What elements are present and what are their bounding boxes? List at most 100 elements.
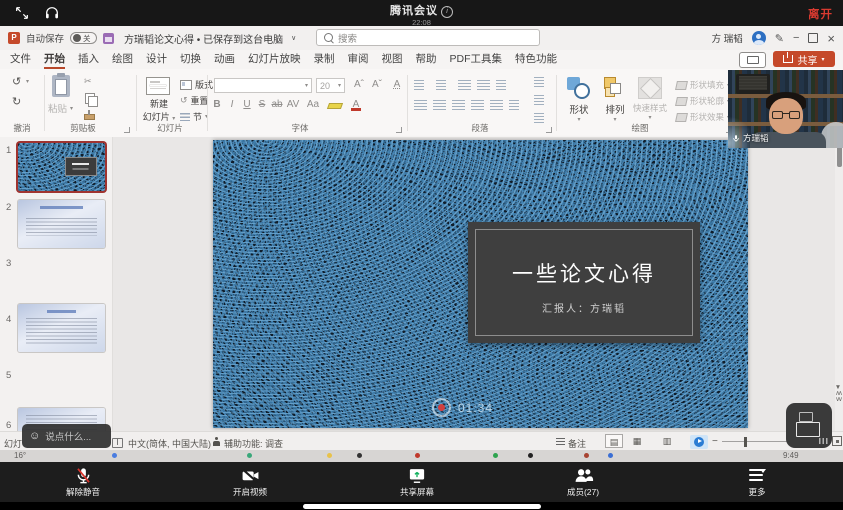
align-center-button[interactable] [433,100,446,110]
character-spacing-button[interactable]: AV [286,99,300,110]
zoom-slider[interactable] [722,441,792,442]
copy-button[interactable] [85,93,95,104]
arrange-label[interactable]: 排列 ▾ [600,102,630,123]
next-slide-button[interactable]: ∨∨ [833,397,843,403]
font-name-combo[interactable]: ▾ [214,78,312,93]
tab-insert[interactable]: 插入 [78,51,99,68]
floating-window-widget[interactable] [786,403,832,448]
slide-thumbnail-3[interactable] [18,304,105,352]
slide-thumbnail-2[interactable] [18,200,105,248]
justify-button[interactable] [471,100,484,110]
underline-button[interactable]: U [240,99,254,110]
cut-button[interactable]: ✂ [84,76,92,87]
tab-design[interactable]: 设计 [146,51,167,68]
shape-outline-button[interactable]: 形状轮廓 ▾ [676,95,730,107]
zoom-out-button[interactable]: − [712,436,718,447]
reset-button[interactable]: ↺ 重置 [180,94,209,107]
bold-button[interactable]: B [210,99,224,110]
font-dialog-launcher[interactable] [396,127,402,133]
accessibility-status[interactable]: 辅助功能: 调查 [224,437,283,450]
text-highlight-button[interactable] [328,103,342,109]
home-indicator[interactable] [303,504,541,509]
change-case-button[interactable]: Aa [306,99,320,110]
minimize-button[interactable]: − [793,32,799,44]
tab-special-features[interactable]: 特色功能 [515,51,557,68]
more-button[interactable]: 更多 [712,465,802,498]
shape-effects-button[interactable]: 形状效果 ▾ [676,111,730,123]
tab-view[interactable]: 视图 [382,51,403,68]
quick-styles-button[interactable] [638,77,662,99]
increase-indent-button[interactable] [477,80,490,90]
tab-file[interactable]: 文件 [10,51,31,68]
shapes-label[interactable]: 形状 ▾ [564,102,594,123]
font-size-combo[interactable]: 20 ▾ [316,78,345,93]
tab-animations[interactable]: 动画 [214,51,235,68]
normal-view-button[interactable]: ▤ [605,434,623,448]
text-direction-button[interactable] [534,77,544,87]
strikethrough2-button[interactable]: ab [270,99,284,110]
smartart-convert-button[interactable] [534,113,544,123]
quick-styles-label[interactable]: 快速样式 ▾ [630,102,670,121]
start-video-button[interactable]: 开启视频 [205,465,295,498]
reading-view-button[interactable]: ▥ [658,434,676,448]
redo-button[interactable]: ↻ [12,95,21,108]
shapes-button[interactable] [566,76,590,98]
line-spacing-button[interactable] [496,80,506,90]
align-right-button[interactable] [452,100,465,110]
paragraph-dialog-launcher[interactable] [546,127,552,133]
columns-button[interactable] [509,100,519,110]
paste-label-row[interactable]: 粘贴 ▾ [48,101,73,115]
save-icon[interactable] [103,33,114,44]
new-slide-button[interactable] [146,77,170,95]
arrange-button[interactable] [602,76,626,98]
shape-fill-button[interactable]: 形状填充 ▾ [676,79,730,91]
tab-review[interactable]: 审阅 [348,51,369,68]
tab-help[interactable]: 帮助 [416,51,437,68]
webcam-video[interactable]: 方瑞韬 [728,70,843,148]
align-left-button[interactable] [414,100,427,110]
tab-home[interactable]: 开始 [44,51,65,68]
emoji-icon[interactable]: ☺ [29,431,40,442]
decrease-indent-button[interactable] [458,80,471,90]
document-title[interactable]: 方瑞韬论文心得 • 已保存到这台电脑 [124,31,283,46]
slide-sorter-view-button[interactable]: ▦ [628,434,646,448]
close-button[interactable]: × [827,31,835,46]
doc-title-caret-icon[interactable]: ∨ [291,34,296,42]
fit-slide-to-window-button[interactable] [832,436,842,446]
unmute-button[interactable]: 解除静音 [38,465,128,498]
language-status[interactable]: 中文(简体, 中国大陆) [128,437,211,450]
autosave-toggle[interactable]: 关 [70,32,97,44]
leave-meeting-button[interactable]: 离开 [808,6,833,22]
undo-button[interactable]: ↺ [12,75,21,88]
search-input[interactable]: 搜索 [316,29,540,46]
slideshow-button[interactable] [690,435,708,449]
paste-button[interactable] [52,75,70,97]
current-slide[interactable]: 一些论文心得 汇报人：方瑞韬 01:34 [213,140,748,428]
zoom-slider-knob[interactable] [744,437,747,447]
slide-thumbnail-1[interactable] [18,143,105,191]
maximize-button[interactable] [808,33,818,43]
new-slide-label[interactable]: 新建 幻灯片 ▾ [140,97,178,123]
distribute-button[interactable] [490,100,503,110]
members-button[interactable]: 成员(27) [538,465,628,498]
comments-button[interactable] [739,52,766,68]
account-name[interactable]: 方 瑞韬 [712,31,743,45]
italic-button[interactable]: I [225,99,239,110]
share-screen-button[interactable]: 共享屏幕 [372,465,462,498]
clear-formatting-button[interactable]: A [390,79,404,90]
undo-chevron-icon[interactable]: ▾ [26,78,29,85]
clipboard-dialog-launcher[interactable] [124,127,130,133]
spellcheck-icon[interactable] [112,438,123,448]
tab-draw[interactable]: 绘图 [112,51,133,68]
strikethrough-button[interactable]: S [255,99,269,110]
shrink-font-button[interactable]: Aˇ [370,79,384,90]
numbering-button[interactable] [436,80,446,90]
tab-record[interactable]: 录制 [314,51,335,68]
notes-button[interactable]: 备注 [568,437,586,450]
share-button[interactable]: 共享 ▾ [773,51,835,67]
tab-transitions[interactable]: 切换 [180,51,201,68]
format-painter-button[interactable] [84,114,95,120]
bullets-button[interactable] [414,80,424,90]
meeting-info-icon[interactable]: i [441,6,453,18]
tab-slideshow[interactable]: 幻灯片放映 [248,51,301,68]
